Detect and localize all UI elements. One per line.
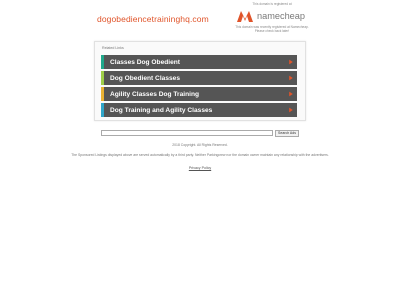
privacy-policy-link[interactable]: Privacy Policy — [0, 166, 400, 170]
registrar-note: This domain was recently registered at N… — [235, 25, 309, 33]
link-accent-bar — [101, 55, 104, 69]
related-link-label: Dog Training and Agility Classes — [110, 106, 213, 114]
link-accent-bar — [101, 87, 104, 101]
link-accent-bar — [101, 71, 104, 85]
copyright-text: 2018 Copyright. All Rights Reserved. — [172, 143, 228, 147]
search-ads-button[interactable]: Search Ads — [275, 129, 299, 137]
link-accent-bar — [101, 103, 104, 117]
related-links-panel: Related Links Classes Dog Obedient Dog O… — [94, 41, 306, 121]
related-link-3[interactable]: Agility Classes Dog Training — [101, 87, 297, 101]
related-link-label: Classes Dog Obedient — [110, 58, 180, 66]
arrow-right-icon — [289, 91, 293, 97]
domain-name: dogobediencetraininghq.com — [97, 14, 209, 24]
search-input[interactable] — [101, 130, 273, 136]
related-link-1[interactable]: Classes Dog Obedient — [101, 55, 297, 69]
related-link-2[interactable]: Dog Obedient Classes — [101, 71, 297, 85]
namecheap-logo-icon — [237, 10, 253, 22]
arrow-right-icon — [289, 107, 293, 113]
related-link-4[interactable]: Dog Training and Agility Classes — [101, 103, 297, 117]
registrar-logo-text: namecheap — [257, 11, 306, 21]
related-link-label: Agility Classes Dog Training — [110, 90, 200, 98]
registrar-logo[interactable]: namecheap — [236, 9, 316, 23]
related-links-header: Related Links — [102, 46, 124, 50]
related-link-label: Dog Obedient Classes — [110, 74, 180, 82]
arrow-right-icon — [289, 75, 293, 81]
sponsored-disclaimer: The Sponsored Listings displayed above a… — [71, 153, 329, 157]
arrow-right-icon — [289, 59, 293, 65]
registrar-top-note: This domain is registered at — [252, 2, 292, 6]
parked-domain-page: dogobediencetraininghq.com This domain i… — [0, 0, 400, 300]
